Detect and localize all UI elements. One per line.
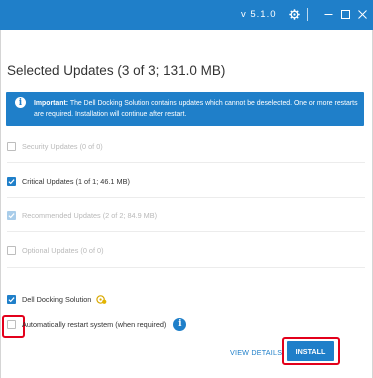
auto-restart-checkbox[interactable] [7,319,16,329]
divider [7,267,365,268]
maximize-icon [340,9,350,19]
minimize-icon [324,13,332,15]
gear-icon [288,8,300,20]
important-notice-banner: i Important: The Dell Docking Solution c… [6,92,364,126]
divider [7,162,365,163]
divider [7,197,365,198]
category-label: Recommended Updates (2 of 2; 84.9 MB) [22,210,158,220]
app-version: v 5.1.0 [241,9,277,20]
recommended-updates-checkbox[interactable] [7,210,16,220]
page-title: Selected Updates (3 of 3; 131.0 MB) [7,63,226,78]
category-optional-updates: Optional Updates (0 of 0) [7,243,104,257]
category-recommended-updates: Recommended Updates (2 of 2; 84.9 MB) [7,208,157,222]
critical-updates-checkbox[interactable] [7,176,16,186]
close-button[interactable] [354,6,370,22]
close-icon [357,9,367,19]
check-icon [8,212,15,218]
divider [7,231,365,232]
notice-text: Important: The Dell Docking Solution con… [34,98,359,120]
minimize-button[interactable] [320,6,336,22]
category-label: Critical Updates (1 of 1; 46.1 MB) [22,176,130,186]
dock-solution-row: Dell Docking Solution [7,292,107,306]
category-security-updates: Security Updates (0 of 0) [7,139,103,153]
category-label: Optional Updates (0 of 0) [22,245,104,255]
maximize-button[interactable] [337,6,353,22]
category-label: Security Updates (0 of 0) [22,141,103,151]
security-updates-checkbox[interactable] [7,141,16,151]
auto-restart-label: Automatically restart system (when requi… [22,319,167,329]
info-icon[interactable]: i [173,317,187,331]
notice-bold-label: Important: [34,100,69,107]
auto-restart-row: Automatically restart system (when requi… [7,317,187,331]
dock-badge-icon [96,294,107,304]
check-icon [8,178,15,184]
optional-updates-checkbox[interactable] [7,245,16,255]
view-details-link[interactable]: VIEW DETAILS [230,348,282,357]
category-critical-updates: Critical Updates (1 of 1; 46.1 MB) [7,174,130,188]
install-button[interactable]: INSTALL [287,341,334,361]
settings-button[interactable] [286,6,302,22]
info-icon: i [15,97,26,108]
notice-message: The Dell Docking Solution contains updat… [34,100,358,118]
check-icon [8,296,15,302]
dock-solution-label: Dell Docking Solution [22,294,92,304]
dock-solution-checkbox[interactable] [7,294,16,304]
titlebar-divider [307,8,308,21]
title-bar: v 5.1.0 [0,0,373,30]
